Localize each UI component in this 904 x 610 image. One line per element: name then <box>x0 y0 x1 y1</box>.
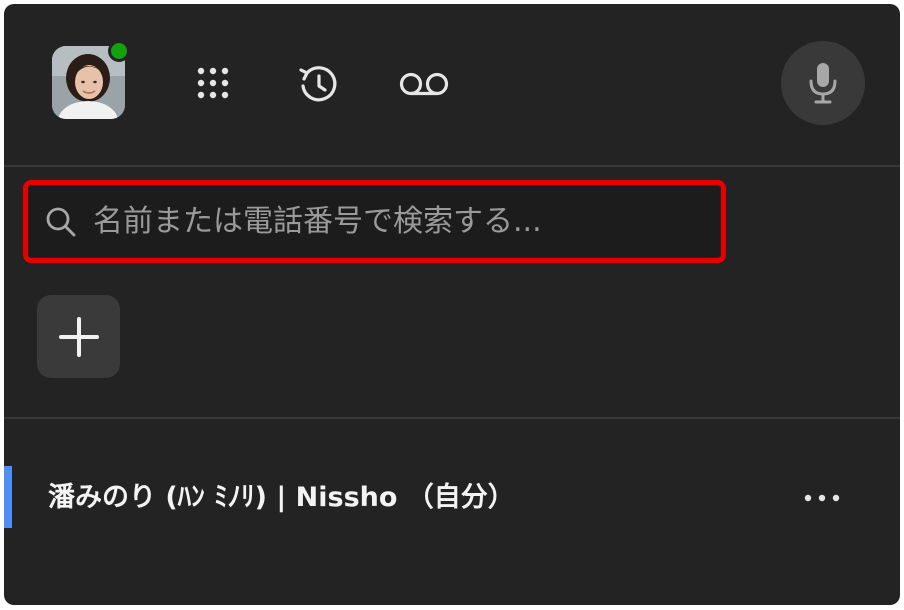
top-toolbar <box>4 4 900 167</box>
search-input[interactable] <box>91 195 708 248</box>
dialpad-button[interactable] <box>185 56 241 112</box>
section-divider <box>4 417 900 419</box>
calls-panel: 潘みのり (ﾊﾝ ﾐﾉﾘ) | Nissho （自分） <box>4 4 900 605</box>
contact-name: 潘みのり (ﾊﾝ ﾐﾉﾘ) | Nissho （自分） <box>48 482 515 513</box>
more-options-button[interactable] <box>792 476 852 520</box>
search-box[interactable] <box>29 186 720 257</box>
presence-online-badge <box>108 40 130 62</box>
plus-icon <box>58 316 99 357</box>
dialpad-icon <box>197 67 229 99</box>
voicemail-icon <box>399 72 449 96</box>
search-icon <box>46 207 76 236</box>
call-history-icon <box>299 66 337 102</box>
search-icon-container <box>41 202 81 242</box>
microphone-icon <box>809 63 837 104</box>
call-history-button[interactable] <box>290 56 346 112</box>
header-divider <box>4 165 900 167</box>
selected-indicator <box>4 466 12 528</box>
more-horizontal-icon <box>804 494 840 502</box>
voicemail-button[interactable] <box>396 56 452 112</box>
add-button[interactable] <box>37 295 120 378</box>
contact-row-self[interactable]: 潘みのり (ﾊﾝ ﾐﾉﾘ) | Nissho （自分） <box>4 466 900 528</box>
microphone-button[interactable] <box>781 41 865 125</box>
